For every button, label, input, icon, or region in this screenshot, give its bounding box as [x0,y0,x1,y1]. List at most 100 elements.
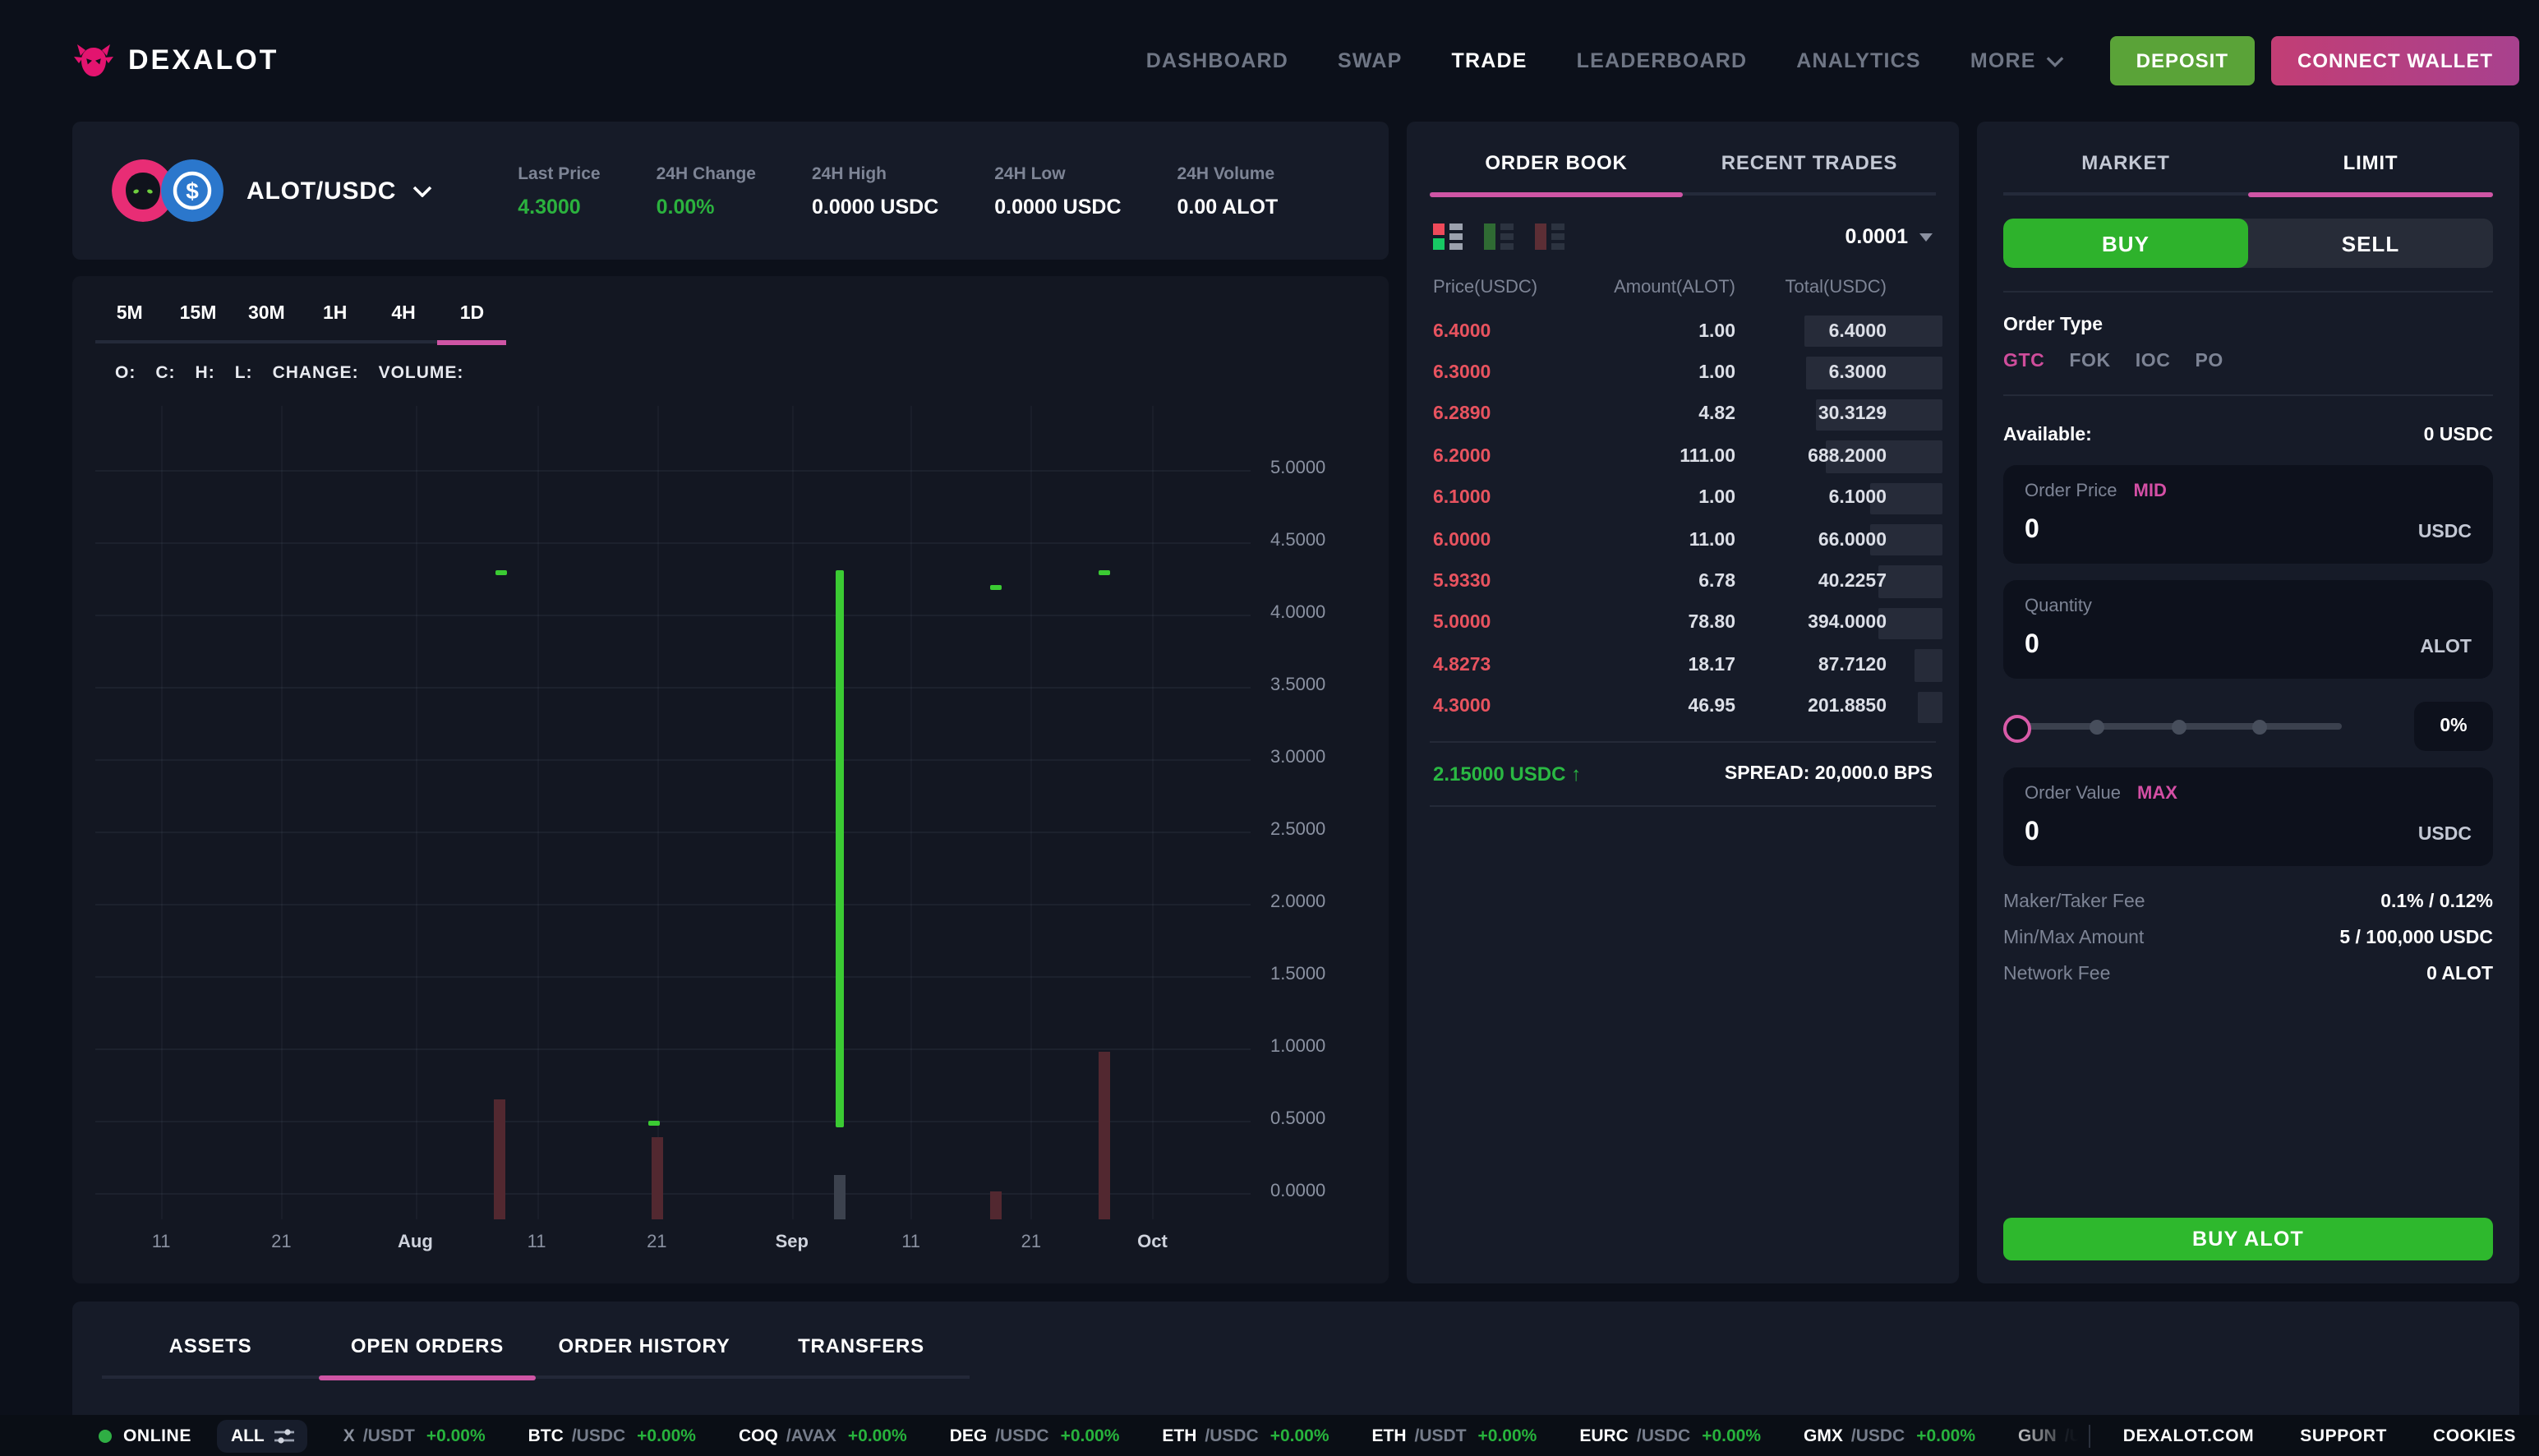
order-book-panel: ORDER BOOK RECENT TRADES 0.0001 [1407,122,1959,1283]
pair-selector[interactable]: ALOT/USDC [247,177,432,205]
footer-links: DEXALOT.COM SUPPORT COOKIES [2123,1426,2516,1445]
mid-button[interactable]: MID [2134,481,2167,501]
order-price-input[interactable]: 0 [2025,516,2039,546]
caret-down-icon [1919,233,1933,241]
slider-dot-75[interactable] [2253,719,2268,734]
pair-coin-icons: $ [112,159,223,222]
timeframe-5m[interactable]: 5M [95,289,164,340]
timeframe-30m[interactable]: 30M [233,289,301,340]
v-gridline [415,406,417,1219]
tick-size-select[interactable]: 0.0001 [1845,225,1933,248]
nav-item-trade[interactable]: TRADE [1451,49,1527,72]
v-gridline [281,406,283,1219]
ask-amount: 11.00 [1584,530,1735,550]
ask-price: 4.3000 [1433,697,1584,716]
quantity-input[interactable]: 0 [2025,631,2039,661]
h-gridline [95,687,1251,689]
footer-link-dexalot-com[interactable]: DEXALOT.COM [2123,1426,2254,1445]
ticker-item[interactable]: ETH/USDC+0.00% [1162,1426,1329,1445]
ticker-item[interactable]: ETH/USDT+0.00% [1372,1426,1537,1445]
chart-plot[interactable]: 5.00004.50004.00003.50003.00002.50002.00… [95,406,1251,1219]
stat-value: 4.3000 [518,195,600,218]
nav-item-dashboard[interactable]: DASHBOARD [1146,49,1288,72]
ohlc-item: CHANGE: [273,363,359,383]
order-book-row[interactable]: 5.93306.7840.2257 [1430,561,1936,603]
order-type-gtc[interactable]: GTC [2003,352,2044,371]
x-axis-label: 21 [271,1233,292,1252]
book-view-both-icon[interactable] [1433,222,1463,251]
timeframe-4h[interactable]: 4H [369,289,437,340]
order-price-field[interactable]: Order PriceMID 0USDC [2003,465,2493,564]
tab-market[interactable]: MARKET [2003,138,2248,192]
depth-bar [1879,607,1942,639]
ticker-item[interactable]: COQ/AVAX+0.00% [739,1426,907,1445]
order-type-ioc[interactable]: IOC [2136,352,2171,371]
order-book-row[interactable]: 6.28904.8230.3129 [1430,394,1936,436]
ticker-item[interactable]: BTC/USDC+0.00% [528,1426,696,1445]
order-type-fok[interactable]: FOK [2069,352,2110,371]
order-book-row[interactable]: 6.30001.006.3000 [1430,352,1936,394]
brand[interactable]: DEXALOT [72,43,279,79]
buy-alot-button[interactable]: BUY ALOT [2003,1218,2493,1260]
order-type-po[interactable]: PO [2195,352,2223,371]
book-view-asks-icon[interactable] [1535,222,1564,251]
order-book-row[interactable]: 4.300046.95201.8850 [1430,686,1936,728]
ask-price: 4.8273 [1433,656,1584,675]
stat-value: 0.0000 USDC [994,195,1121,218]
order-book-row[interactable]: 6.10001.006.1000 [1430,477,1936,519]
x-axis-label: Aug [398,1233,433,1252]
connect-wallet-button[interactable]: CONNECT WALLET [2271,36,2519,85]
nav-item-leaderboard[interactable]: LEADERBOARD [1577,49,1748,72]
order-book-row[interactable]: 4.827318.1787.7120 [1430,644,1936,686]
ticker-item[interactable]: GUN/USDC+0.00% [2018,1426,2079,1445]
nav-item-analytics[interactable]: ANALYTICS [1796,49,1921,72]
timeframe-1d[interactable]: 1D [438,289,506,340]
footer-link-support[interactable]: SUPPORT [2300,1426,2387,1445]
timeframe-15m[interactable]: 15M [164,289,232,340]
ticker-item[interactable]: EURC/USDC+0.00% [1579,1426,1761,1445]
ticker-pair: X [343,1426,355,1445]
slider-dot-25[interactable] [2090,719,2104,734]
ticker-item[interactable]: X/USDT+0.00% [343,1426,486,1445]
footer-link-cookies[interactable]: COOKIES [2433,1426,2516,1445]
order-book-row[interactable]: 6.40001.006.4000 [1430,311,1936,352]
slider-track[interactable] [2015,723,2342,730]
ask-total: 6.1000 [1735,489,1887,509]
ticker-pair: DEG [950,1426,988,1445]
order-value-input[interactable]: 0 [2025,818,2039,848]
max-button[interactable]: MAX [2137,784,2177,804]
quantity-field[interactable]: Quantity 0ALOT [2003,580,2493,679]
slider-handle[interactable] [2003,715,2031,743]
ticker-item[interactable]: GMX/USDC+0.00% [1804,1426,1975,1445]
slider-dot-50[interactable] [2171,719,2186,734]
fee-row: Min/Max Amount5 / 100,000 USDC [2003,928,2493,948]
bottom-tab-assets[interactable]: ASSETS [102,1321,319,1375]
deposit-button[interactable]: DEPOSIT [2110,36,2255,85]
ticker-pair: EURC [1579,1426,1629,1445]
order-value-field[interactable]: Order ValueMAX 0USDC [2003,767,2493,866]
nav-item-more[interactable]: MORE [1970,49,2064,72]
price-ticker-strip: X/USDT+0.00% BTC/USDC+0.00% COQ/AVAX+0.00%… [343,1426,2079,1445]
tab-limit[interactable]: LIMIT [2248,138,2493,192]
tab-order-book[interactable]: ORDER BOOK [1430,138,1683,192]
nav-item-swap[interactable]: SWAP [1338,49,1402,72]
ask-total: 66.0000 [1735,530,1887,550]
ask-amount: 111.00 [1584,447,1735,467]
tab-recent-trades[interactable]: RECENT TRADES [1683,138,1936,192]
stat-value: 0.00% [657,195,756,218]
timeframe-1h[interactable]: 1H [301,289,369,340]
buy-toggle[interactable]: BUY [2003,219,2248,268]
sell-toggle[interactable]: SELL [2248,219,2493,268]
order-book-row[interactable]: 5.000078.80394.0000 [1430,602,1936,644]
book-view-bids-icon[interactable] [1484,222,1514,251]
ticker-filter-all[interactable]: ALL [218,1419,307,1452]
book-column-headers: Price(USDC) Amount(ALOT) Total(USDC) [1430,278,1936,297]
timeframe-tabs: 5M15M30M1H4H1D [95,289,506,343]
bottom-tab-order-history[interactable]: ORDER HISTORY [536,1321,753,1375]
order-book-row[interactable]: 6.000011.0066.0000 [1430,519,1936,561]
divider [2003,394,2493,396]
ticker-item[interactable]: DEG/USDC+0.00% [950,1426,1120,1445]
bottom-tab-transfers[interactable]: TRANSFERS [753,1321,970,1375]
bottom-tab-open-orders[interactable]: OPEN ORDERS [319,1321,536,1375]
order-book-row[interactable]: 6.2000111.00688.2000 [1430,435,1936,477]
